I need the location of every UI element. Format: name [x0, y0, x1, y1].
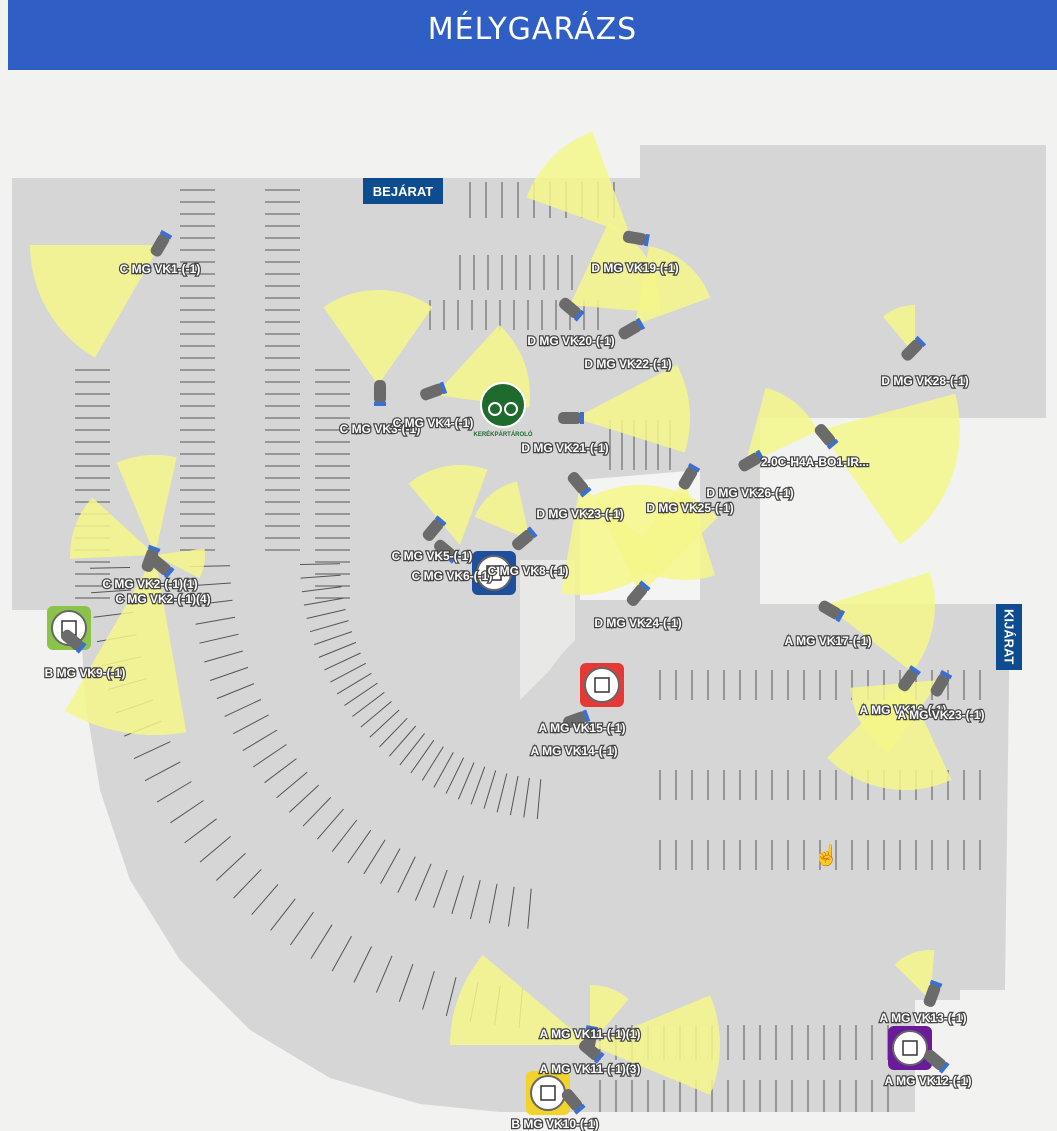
camera-lens-icon: [580, 412, 584, 424]
camera-label[interactable]: C MG VK1-(-1): [118, 261, 201, 277]
camera-label[interactable]: C MG VK2-(-1)(4): [114, 591, 212, 607]
camera-label[interactable]: A MG VK11-(-1)(1): [538, 1026, 641, 1042]
bay-line: [90, 567, 131, 569]
camera-label[interactable]: A MG VK12-(-1): [883, 1073, 972, 1089]
camera-label[interactable]: A MG VK23-(-1): [896, 707, 985, 723]
stairwell-a-red[interactable]: [580, 663, 624, 707]
floor-plan-map[interactable]: KERÉKPÁRTÁROLÓ C MG VK1-(-1) D MG VK19-(-…: [0, 0, 1057, 1131]
camera-label[interactable]: D MG VK22-(-1): [583, 356, 673, 372]
camera-label[interactable]: D MG VK28-(-1): [880, 373, 970, 389]
camera-icon[interactable]: [374, 380, 386, 406]
camera-body-icon: [374, 380, 386, 404]
camera-label[interactable]: D MG VK25-(-1): [645, 500, 735, 516]
camera-label[interactable]: A MG VK13-(-1): [878, 1010, 967, 1026]
bike-icon: [480, 382, 526, 428]
camera-label[interactable]: D MG VK24-(-1): [593, 615, 683, 631]
hand-cursor-icon: ☝: [814, 845, 839, 867]
camera-body-icon: [558, 412, 582, 424]
camera-label[interactable]: D MG VK19-(-1): [590, 260, 680, 276]
camera-label[interactable]: D MG VK20-(-1): [526, 333, 616, 349]
camera-label[interactable]: C MG VK2-(-1)(1): [101, 576, 199, 592]
stairwell-a-purple[interactable]: [888, 1026, 932, 1070]
camera-label[interactable]: D MG VK21-(-1): [520, 440, 610, 456]
camera-label[interactable]: D MG VK26-(-1): [705, 485, 795, 501]
camera-icon[interactable]: [558, 412, 584, 424]
camera-label[interactable]: A MG VK14-(-1): [529, 743, 618, 759]
camera-label[interactable]: B MG VK10-(-1): [510, 1116, 600, 1131]
entrance-sign: BEJÁRAT: [363, 178, 443, 204]
camera-label[interactable]: 2.0C-H4A-BO1-IR...: [760, 454, 870, 470]
camera-label[interactable]: A MG VK15-(-1): [537, 720, 626, 736]
camera-label[interactable]: C MG VK8-(-1): [486, 563, 569, 579]
camera-label[interactable]: D MG VK23-(-1): [535, 506, 625, 522]
camera-label[interactable]: B MG VK9-(-1): [43, 665, 126, 681]
stairwell-a-red-icon: [584, 667, 620, 703]
camera-label[interactable]: C MG VK5-(-1): [390, 548, 473, 564]
exit-sign: KIJÁRAT: [996, 604, 1022, 670]
stairwell-a-purple-icon: [892, 1030, 928, 1066]
stairwell-b-yellow-icon: [530, 1075, 566, 1111]
camera-label[interactable]: C MG VK6-(-1): [410, 568, 493, 584]
camera-label[interactable]: A MG VK11-(-1)(3): [538, 1061, 641, 1077]
camera-label[interactable]: C MG VK4-(-1): [391, 415, 474, 431]
camera-lens-icon: [374, 402, 386, 406]
camera-label[interactable]: A MG VK17-(-1): [783, 633, 872, 649]
bay-line: [299, 563, 341, 565]
bike-storage-label: KERÉKPÁRTÁROLÓ: [473, 430, 532, 438]
